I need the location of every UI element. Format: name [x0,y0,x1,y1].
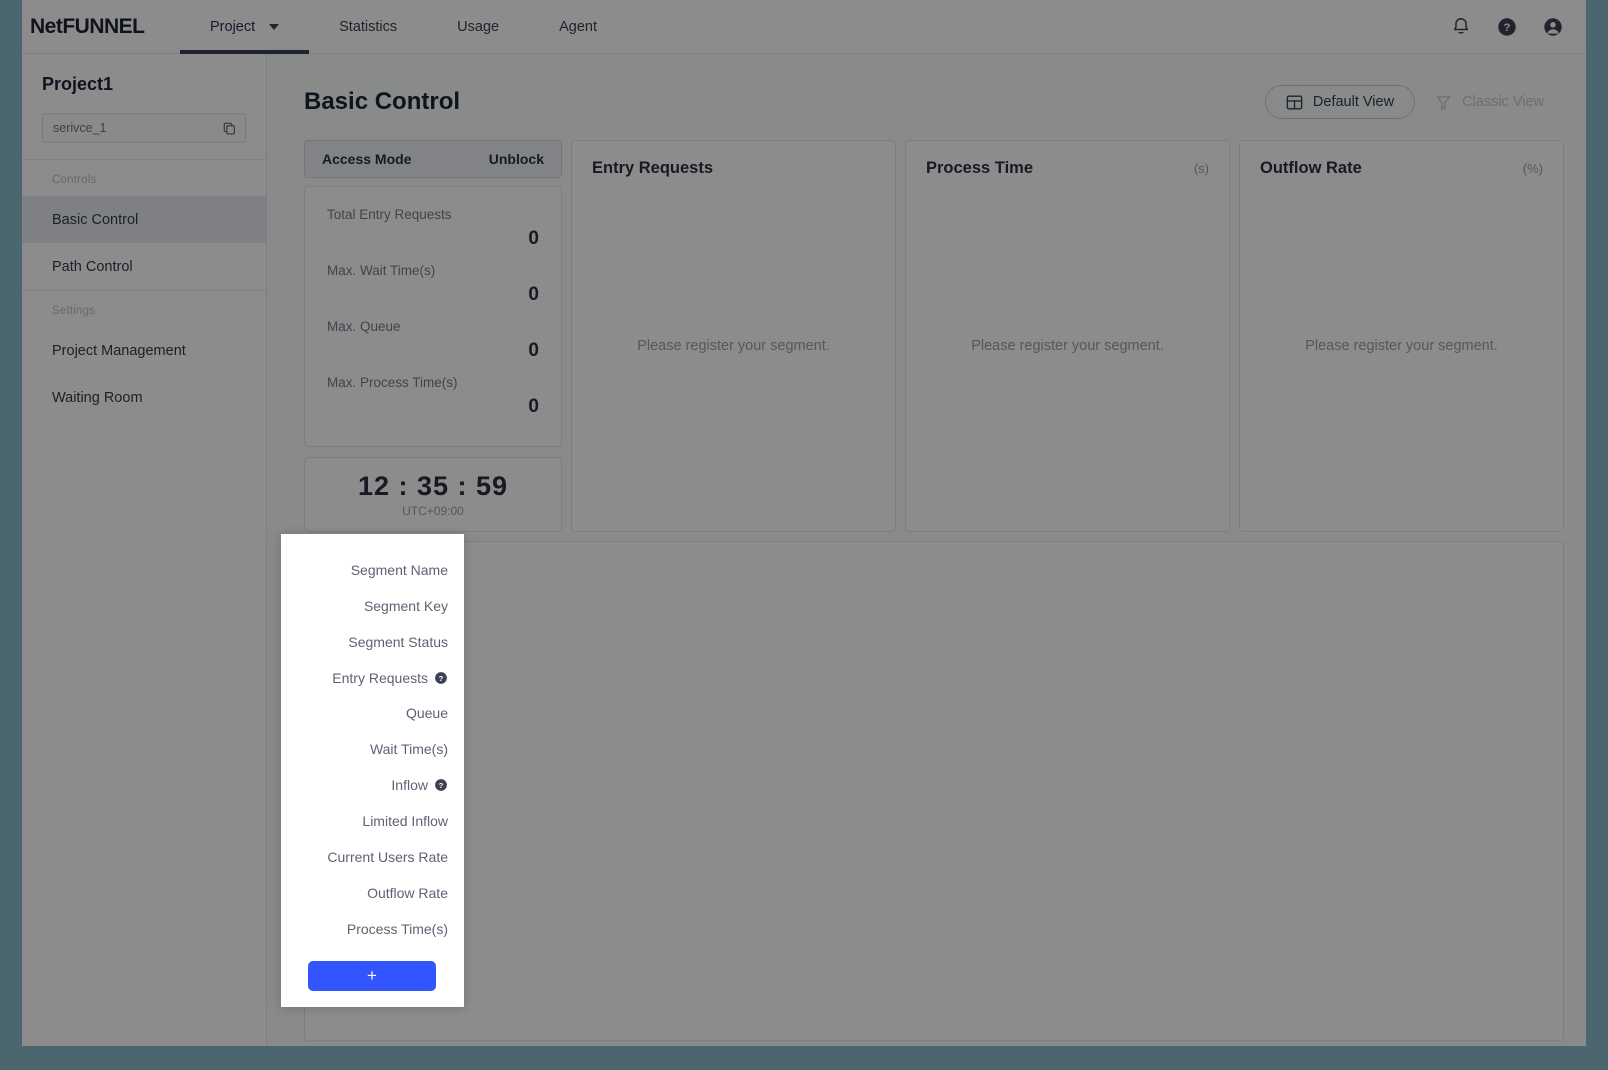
browser-viewport: NetFUNNEL Project Statistics Usage Agent [22,0,1586,1046]
help-icon[interactable]: ? [434,778,448,792]
popup-row-limited-inflow[interactable]: Limited Inflow [281,803,448,839]
popup-row-label: Segment Status [348,633,448,650]
popup-row-wait-time[interactable]: Wait Time(s) [281,731,448,767]
popup-row-label: Queue [405,705,448,722]
popup-row-label: Segment Name [350,561,448,578]
popup-row-queue[interactable]: Queue [281,696,448,732]
popup-row-label: Entry Requests [332,669,428,686]
svg-text:?: ? [439,781,444,790]
popup-row-label: Limited Inflow [362,813,448,830]
popup-row-current-users-rate[interactable]: Current Users Rate [281,839,448,875]
svg-text:?: ? [439,674,444,683]
popup-row-label: Outflow Rate [367,884,448,901]
popup-row-label: Wait Time(s) [369,741,448,758]
column-selector-popup: Segment Name Segment Key Segment Status … [281,534,464,1007]
popup-row-segment-name[interactable]: Segment Name [281,552,448,588]
popup-row-label: Inflow [391,777,428,794]
help-icon[interactable]: ? [434,671,448,685]
popup-row-outflow-rate[interactable]: Outflow Rate [281,875,448,911]
popup-row-inflow[interactable]: Inflow ? [281,767,448,803]
popup-row-entry-requests[interactable]: Entry Requests ? [281,660,448,696]
popup-row-label: Segment Key [363,597,448,614]
popup-row-process-time[interactable]: Process Time(s) [281,911,448,947]
add-column-button[interactable]: + [308,960,436,991]
popup-row-segment-status[interactable]: Segment Status [281,624,448,660]
popup-row-label: Process Time(s) [346,920,448,937]
modal-scrim[interactable] [22,0,1586,1046]
popup-row-label: Current Users Rate [327,848,448,865]
popup-row-segment-key[interactable]: Segment Key [281,588,448,624]
